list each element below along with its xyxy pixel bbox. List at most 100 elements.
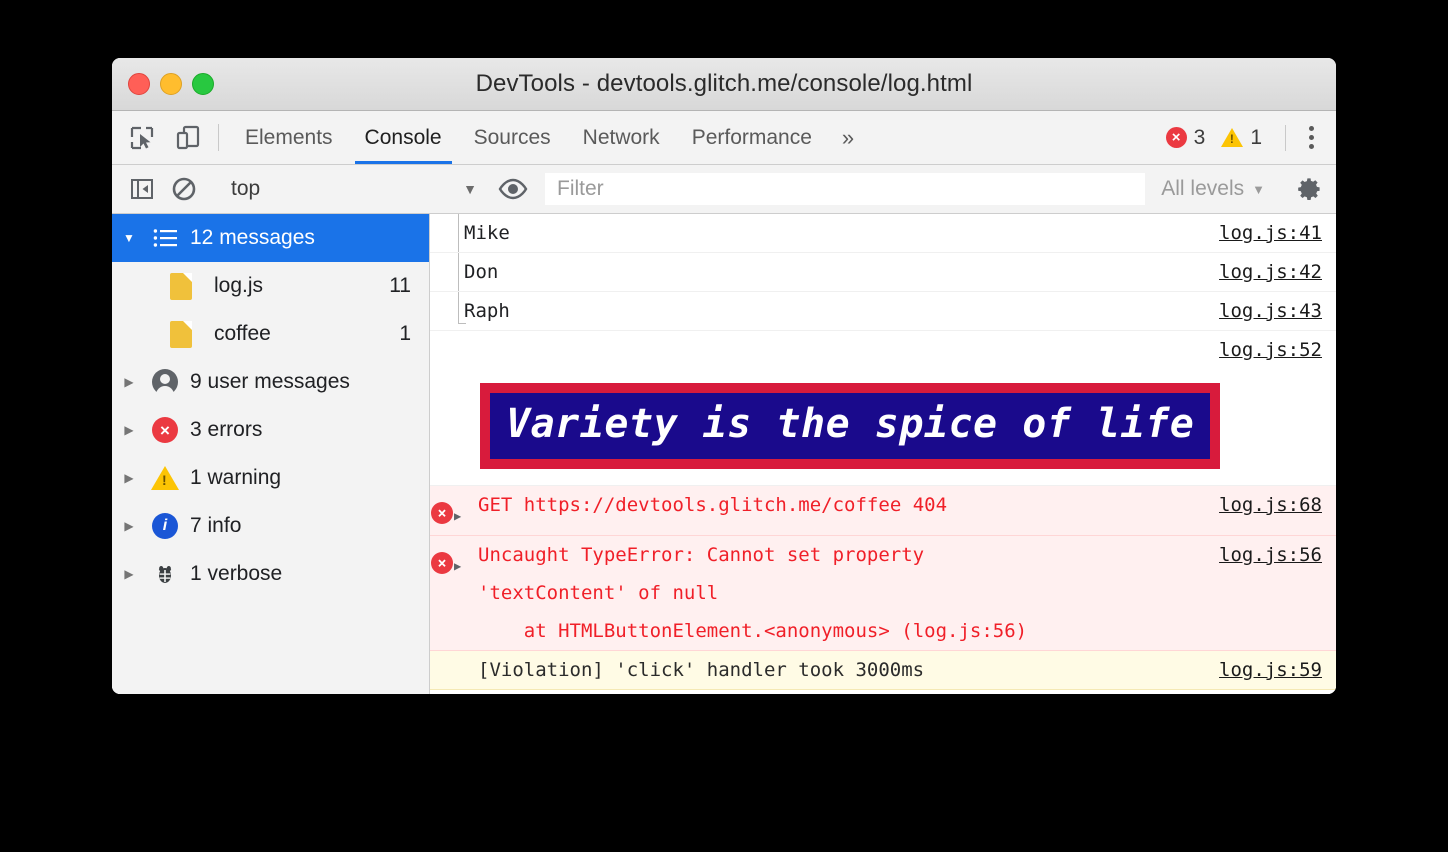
window-titlebar: DevTools - devtools.glitch.me/console/lo…: [112, 58, 1336, 111]
live-expression-eye-icon[interactable]: [492, 174, 534, 204]
sidebar-item-count: 1: [399, 322, 411, 345]
sidebar-item-count: 11: [389, 274, 411, 297]
error-line-1: Uncaught TypeError: Cannot set property: [478, 544, 925, 566]
sidebar-item-log-js[interactable]: log.js 11: [112, 262, 429, 310]
sidebar-item-info[interactable]: ▶ i 7 info: [112, 502, 429, 550]
chevron-down-icon: ▼: [463, 181, 477, 197]
error-stack-source-link[interactable]: log.js:56: [913, 620, 1016, 642]
twisty-closed-icon[interactable]: ▶: [112, 375, 146, 389]
warning-icon: [146, 466, 184, 490]
error-icon: ×: [430, 536, 454, 574]
window-title: DevTools - devtools.glitch.me/console/lo…: [475, 70, 973, 97]
console-message-text: Variety is the spice of life: [490, 393, 1211, 459]
sidebar-item-label: log.js: [214, 274, 264, 297]
bug-icon: [146, 561, 184, 587]
console-message-source-link[interactable]: log.js:43: [1219, 292, 1336, 330]
expand-arrow-icon[interactable]: ▶: [454, 536, 472, 585]
console-error-row[interactable]: × ▶ GET https://devtools.glitch.me/coffe…: [430, 486, 1336, 536]
group-indent-line: [458, 214, 459, 252]
tab-console[interactable]: Console: [349, 111, 458, 164]
tabbar-right-divider: [1285, 124, 1286, 151]
sidebar-item-coffee[interactable]: coffee 1: [112, 310, 429, 358]
execution-context-selector[interactable]: top ▼: [215, 165, 491, 213]
console-message-row[interactable]: log.js:52: [430, 331, 1336, 369]
sidebar-item-label: 12 messages: [190, 226, 315, 249]
sidebar-item-errors[interactable]: ▶ × 3 errors: [112, 406, 429, 454]
console-message-source-link[interactable]: log.js:52: [1219, 331, 1336, 369]
minimize-window-button[interactable]: [160, 73, 182, 95]
tabbar-tool-icons: [126, 111, 218, 164]
twisty-closed-icon[interactable]: ▶: [112, 471, 146, 485]
execution-context-value: top: [231, 177, 261, 200]
error-line-2: 'textContent' of null: [478, 582, 719, 604]
console-message-text: GET https://devtools.glitch.me/coffee 40…: [472, 486, 1219, 524]
sidebar-item-verbose[interactable]: ▶ 1 verbose: [112, 550, 429, 598]
console-body: ▼ 12 messages log.js 11 coffee 1 ▶ 9 use…: [112, 214, 1336, 694]
warning-spacer: [454, 651, 472, 662]
expand-arrow-icon[interactable]: ▶: [454, 486, 472, 535]
issue-counters[interactable]: × 3 1: [1165, 125, 1285, 150]
twisty-open-icon[interactable]: ▼: [112, 231, 146, 245]
console-message-text: [Violation] 'click' handler took 3000ms: [478, 659, 925, 681]
sidebar-item-user-messages[interactable]: ▶ 9 user messages: [112, 358, 429, 406]
error-status-code: 404: [901, 494, 948, 516]
tab-network[interactable]: Network: [567, 111, 676, 164]
more-tabs-icon[interactable]: »: [828, 111, 868, 164]
inspect-element-icon[interactable]: [126, 122, 158, 154]
console-message-text: Raph: [464, 300, 510, 322]
maximize-window-button[interactable]: [192, 73, 214, 95]
log-levels-value: All levels: [1161, 177, 1245, 200]
sidebar-item-all-messages[interactable]: ▼ 12 messages: [112, 214, 429, 262]
error-icon: ×: [146, 417, 184, 443]
sidebar-item-warnings[interactable]: ▶ 1 warning: [112, 454, 429, 502]
console-message-source-link[interactable]: log.js:59: [1219, 651, 1336, 689]
twisty-closed-icon[interactable]: ▶: [112, 423, 146, 437]
user-icon: [146, 369, 184, 397]
device-toolbar-icon[interactable]: [172, 122, 204, 154]
tabbar-right-group: × 3 1: [1165, 111, 1336, 164]
console-message-source-link[interactable]: log.js:68: [1219, 486, 1336, 524]
error-count-value: 3: [1193, 125, 1206, 149]
sidebar-item-label: coffee: [214, 322, 271, 345]
console-message-source-link[interactable]: log.js:56: [1219, 536, 1336, 574]
filter-input[interactable]: [545, 173, 1146, 205]
info-icon: i: [146, 513, 184, 539]
file-icon: [164, 320, 198, 348]
tab-elements[interactable]: Elements: [229, 111, 349, 164]
styled-message-border: Variety is the spice of life: [480, 383, 1221, 469]
close-window-button[interactable]: [128, 73, 150, 95]
log-levels-selector[interactable]: All levels ▼: [1151, 177, 1281, 201]
console-message-text: Uncaught TypeError: Cannot set property …: [472, 536, 1219, 650]
console-message-list[interactable]: Mike log.js:41 Don log.js:42 Raph log.js…: [430, 214, 1336, 694]
error-url-link[interactable]: https://devtools.glitch.me/coffee: [524, 494, 902, 516]
group-indent-line: [458, 253, 459, 291]
console-error-stack-row[interactable]: × ▶ Uncaught TypeError: Cannot set prope…: [430, 536, 1336, 651]
devtools-window: DevTools - devtools.glitch.me/console/lo…: [112, 58, 1336, 694]
console-message-text: Don: [464, 261, 499, 283]
sidebar-item-label: 1 verbose: [190, 562, 283, 585]
error-stack-frame: at HTMLButtonElement.<anonymous> (: [478, 620, 913, 642]
group-indent-line: [458, 292, 466, 324]
console-warning-row[interactable]: [Violation] 'click' handler took 3000ms …: [430, 651, 1336, 690]
error-count-icon: ×: [1165, 127, 1187, 148]
console-message-row[interactable]: Don log.js:42: [430, 253, 1336, 292]
console-sidebar: ▼ 12 messages log.js 11 coffee 1 ▶ 9 use…: [112, 214, 430, 694]
show-console-sidebar-icon[interactable]: [126, 173, 158, 205]
console-styled-message-row[interactable]: Variety is the spice of life: [430, 369, 1336, 486]
list-icon: [146, 228, 184, 248]
console-filter-toolbar: top ▼ All levels ▼: [112, 165, 1336, 214]
console-message-row[interactable]: Mike log.js:41: [430, 214, 1336, 253]
console-message-text: Mike: [464, 222, 510, 244]
console-message-source-link[interactable]: log.js:41: [1219, 214, 1336, 252]
warning-count-icon: [1221, 128, 1244, 147]
tab-performance[interactable]: Performance: [676, 111, 828, 164]
twisty-closed-icon[interactable]: ▶: [112, 567, 146, 581]
kebab-menu-icon[interactable]: [1296, 121, 1326, 155]
console-prompt-row[interactable]: ❯: [430, 690, 1336, 694]
settings-gear-icon[interactable]: [1282, 175, 1336, 203]
clear-console-icon[interactable]: [168, 173, 200, 205]
console-message-source-link[interactable]: log.js:42: [1219, 253, 1336, 291]
console-message-row[interactable]: Raph log.js:43: [430, 292, 1336, 331]
tab-sources[interactable]: Sources: [458, 111, 567, 164]
twisty-closed-icon[interactable]: ▶: [112, 519, 146, 533]
